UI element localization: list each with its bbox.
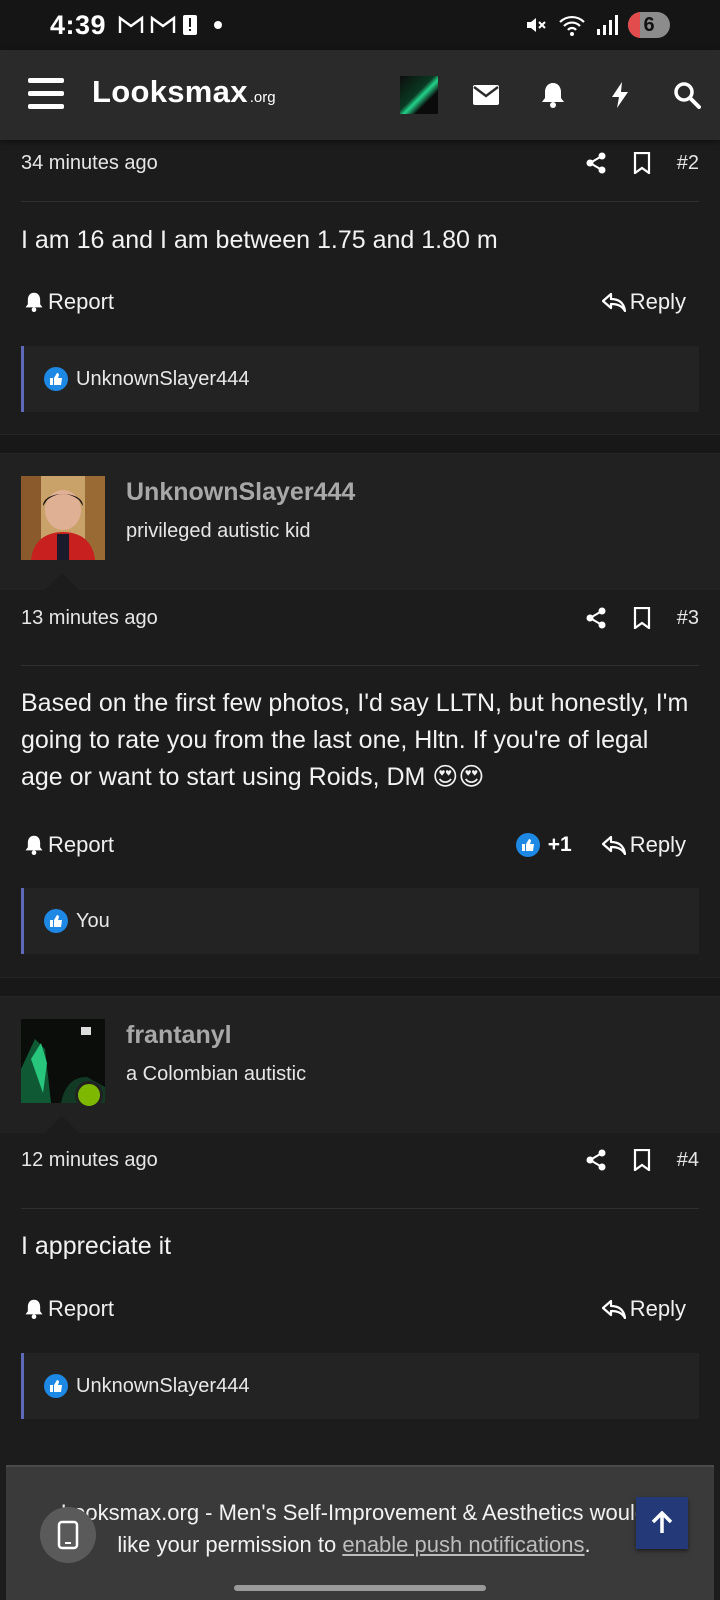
share-icon[interactable] (585, 607, 607, 629)
reply-button[interactable]: Reply (601, 1296, 686, 1322)
signal-icon (597, 15, 618, 35)
inbox-button[interactable] (452, 50, 519, 140)
menu-icon[interactable] (28, 78, 64, 110)
post-separator (0, 434, 720, 454)
divider (21, 201, 699, 202)
arrow-up-icon (651, 1511, 673, 1533)
post-message: I am 16 and I am between 1.75 and 1.80 m (21, 226, 498, 254)
liked-by[interactable]: You (76, 910, 110, 933)
liked-by[interactable]: UnknownSlayer444 (76, 368, 249, 391)
battery-indicator: 6 (628, 12, 670, 38)
status-notifications (118, 14, 223, 36)
reply-icon (601, 1299, 626, 1319)
liked-by[interactable]: UnknownSlayer444 (76, 1375, 249, 1398)
reactions-summary[interactable]: UnknownSlayer444 (21, 346, 699, 412)
post-message: Based on the first few photos, I'd say L… (21, 689, 689, 791)
bell-icon (25, 835, 43, 855)
post-number[interactable]: #4 (677, 1149, 699, 1172)
dot-icon (214, 21, 223, 29)
author-title: privileged autistic kid (126, 520, 311, 542)
post-actions: Report +1 Reply (24, 827, 686, 863)
post-time[interactable]: 34 minutes ago (21, 152, 158, 175)
status-time: 4:39 (50, 9, 107, 40)
reactions-summary[interactable]: UnknownSlayer444 (21, 1353, 699, 1419)
reply-button[interactable]: Reply (601, 832, 686, 858)
bell-icon (25, 1299, 43, 1319)
author-title: a Colombian autistic (126, 1063, 307, 1085)
gesture-bar[interactable] (234, 1585, 486, 1591)
mute-icon (527, 18, 546, 32)
author-arrow (44, 573, 80, 591)
account-avatar-button[interactable] (385, 50, 452, 140)
divider (21, 1208, 699, 1209)
post-separator (0, 977, 720, 997)
like-icon (44, 1374, 68, 1398)
avatar[interactable] (21, 476, 105, 560)
avatar (399, 76, 438, 114)
push-permission-banner: Looksmax.org - Men's Self-Improvement & … (6, 1465, 714, 1600)
reaction-count[interactable]: +1 (515, 833, 572, 857)
post-actions: Report Reply (24, 284, 686, 320)
alert-icon (183, 15, 198, 35)
gmail-icon (118, 15, 144, 33)
push-banner-text: Looksmax.org - Men's Self-Improvement & … (60, 1500, 648, 1557)
author-arrow (44, 1116, 80, 1134)
scroll-to-top-button[interactable] (636, 1497, 688, 1549)
reactions-summary[interactable]: You (21, 888, 699, 954)
site-logo[interactable]: Looksmax .org (92, 74, 276, 110)
search-button[interactable] (653, 50, 720, 140)
lightning-icon (611, 82, 628, 108)
enable-push-link[interactable]: enable push notifications (342, 1532, 584, 1557)
post-time[interactable]: 13 minutes ago (21, 607, 158, 630)
post-author-block: frantanyl a Colombian autistic (0, 997, 720, 1134)
like-icon (44, 909, 68, 933)
post-actions: Report Reply (24, 1291, 686, 1327)
report-button[interactable]: Report (24, 289, 114, 315)
post-time[interactable]: 12 minutes ago (21, 1149, 158, 1172)
bookmark-icon[interactable] (633, 152, 651, 174)
search-icon (673, 82, 701, 109)
divider (21, 665, 699, 666)
post-meta-row: 34 minutes ago #2 (21, 143, 699, 183)
online-status-icon (75, 1081, 103, 1109)
phone-icon[interactable] (40, 1507, 96, 1563)
reply-icon (601, 835, 626, 855)
post-number[interactable]: #2 (677, 152, 699, 175)
author-name[interactable]: UnknownSlayer444 (126, 478, 355, 507)
bell-icon (541, 83, 564, 108)
reply-button[interactable]: Reply (601, 289, 686, 315)
alerts-button[interactable] (519, 50, 586, 140)
wifi-icon (559, 15, 585, 36)
top-nav-bar: Looksmax .org (0, 50, 720, 140)
like-icon (44, 367, 68, 391)
post-number[interactable]: #3 (677, 607, 699, 630)
share-icon[interactable] (585, 152, 607, 174)
bell-icon (25, 292, 43, 312)
post-message: I appreciate it (21, 1232, 172, 1260)
gmail-icon (150, 15, 176, 33)
post-meta-row: 12 minutes ago #4 (21, 1140, 699, 1180)
bookmark-icon[interactable] (633, 607, 651, 629)
post-author-block: UnknownSlayer444 privileged autistic kid (0, 454, 720, 591)
report-button[interactable]: Report (24, 832, 114, 858)
report-button[interactable]: Report (24, 1296, 114, 1322)
status-bar: 4:39 6 (0, 0, 720, 50)
reply-icon (601, 292, 626, 312)
like-icon (515, 833, 540, 857)
status-right: 6 (524, 0, 670, 50)
envelope-icon (472, 85, 499, 105)
top-nav-icons (385, 50, 720, 140)
bookmark-icon[interactable] (633, 1149, 651, 1171)
post-meta-row: 13 minutes ago #3 (21, 598, 699, 638)
author-name[interactable]: frantanyl (126, 1021, 232, 1050)
share-icon[interactable] (585, 1149, 607, 1171)
whats-new-button[interactable] (586, 50, 653, 140)
